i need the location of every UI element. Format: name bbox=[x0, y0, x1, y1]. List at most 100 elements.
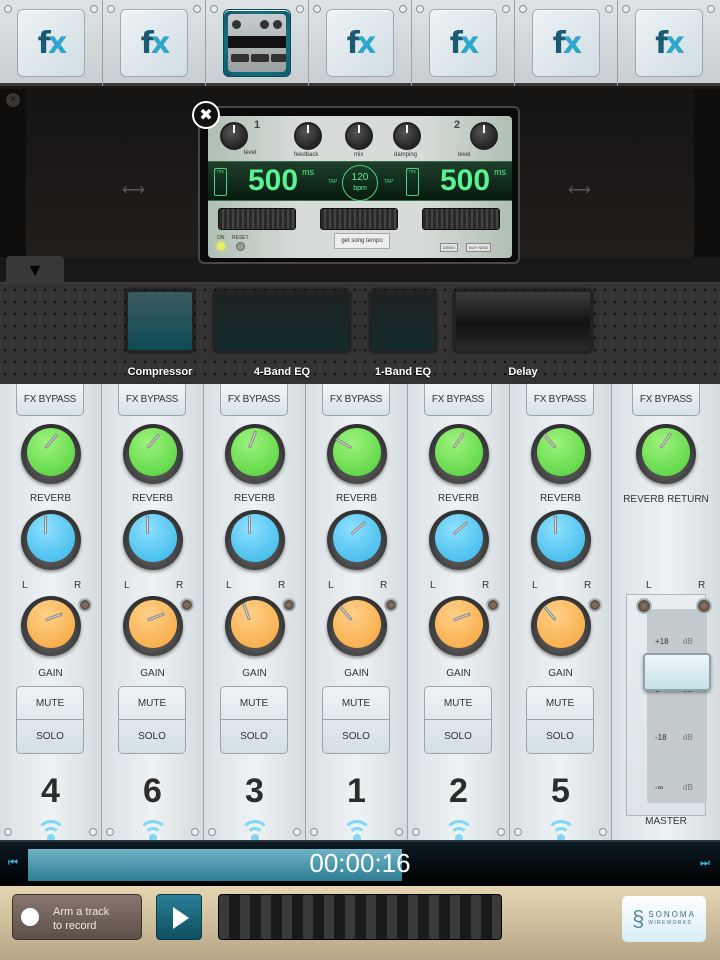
fx-slot[interactable]: fx bbox=[515, 0, 618, 86]
mute-button[interactable]: MUTE bbox=[323, 687, 389, 720]
reverb-knob[interactable] bbox=[21, 424, 81, 484]
jog-wheel[interactable] bbox=[218, 894, 502, 940]
gain-knob[interactable] bbox=[429, 596, 489, 656]
fx-slot[interactable]: fx bbox=[618, 0, 719, 86]
mute-button[interactable]: MUTE bbox=[119, 687, 185, 720]
time-unit: ms bbox=[494, 167, 506, 177]
play-button[interactable] bbox=[156, 894, 202, 940]
mute-solo-group: MUTE SOLO bbox=[118, 686, 186, 754]
track-number: 5 bbox=[551, 772, 570, 810]
tempo-wheel[interactable] bbox=[320, 208, 398, 230]
pan-knob[interactable] bbox=[123, 510, 183, 570]
reverb-knob[interactable] bbox=[531, 424, 591, 484]
screw-icon bbox=[107, 5, 115, 13]
fx-slot[interactable]: fx bbox=[309, 0, 412, 86]
reverb-knob[interactable] bbox=[225, 424, 285, 484]
fx-slot-button[interactable]: fx bbox=[634, 9, 703, 77]
fx-slot[interactable] bbox=[206, 0, 309, 86]
fx-slot[interactable]: fx bbox=[103, 0, 206, 86]
ms-toggle-right[interactable]: ms bbox=[406, 168, 419, 196]
channel-strip: FX BYPASS REVERB L R GAIN MUTE SOLO 3 bbox=[204, 384, 306, 840]
gain-knob[interactable] bbox=[123, 596, 183, 656]
fader-handle[interactable] bbox=[643, 653, 711, 691]
effect-label: 1-Band EQ bbox=[374, 366, 432, 378]
fx-bypass-button[interactable]: FX BYPASS bbox=[526, 384, 594, 416]
record-button[interactable]: Arm a track to record bbox=[12, 894, 142, 940]
gain-knob[interactable] bbox=[225, 596, 285, 656]
reset-button[interactable] bbox=[236, 242, 245, 251]
solo-button[interactable]: SOLO bbox=[323, 720, 389, 753]
shelf-toggle-button[interactable]: ▼ bbox=[6, 256, 64, 284]
clip-led bbox=[588, 598, 602, 612]
knob-label: level bbox=[244, 150, 257, 156]
fx-slot-button[interactable]: fx bbox=[17, 9, 85, 77]
fx-bypass-button[interactable]: FX BYPASS bbox=[322, 384, 390, 416]
damping-knob[interactable] bbox=[393, 122, 421, 150]
swap-arrow-icon[interactable]: ⟷ bbox=[122, 180, 145, 200]
effect-compressor[interactable]: Compressor bbox=[126, 290, 194, 378]
solo-button[interactable]: SOLO bbox=[221, 720, 287, 753]
reverb-return-knob[interactable] bbox=[636, 424, 696, 484]
skip-to-end-icon[interactable]: ⏭ bbox=[700, 857, 710, 870]
buy-now-button[interactable]: BUY NOW bbox=[466, 243, 492, 252]
reverb-knob[interactable] bbox=[123, 424, 183, 484]
gain-label: GAIN bbox=[242, 668, 267, 679]
sonoma-logo[interactable]: § SONOMA WIREWORKS bbox=[622, 896, 706, 942]
effect-1-band-eq[interactable]: 1-Band EQ bbox=[370, 290, 436, 378]
master-left-label: L bbox=[646, 580, 652, 591]
fx-bypass-button[interactable]: FX BYPASS bbox=[118, 384, 186, 416]
fx-slot-button[interactable]: fx bbox=[429, 9, 497, 77]
fx-bypass-button[interactable]: FX BYPASS bbox=[424, 384, 492, 416]
gain-knob[interactable] bbox=[327, 596, 387, 656]
mute-button[interactable]: MUTE bbox=[527, 687, 593, 720]
feedback-knob[interactable] bbox=[294, 122, 322, 150]
pan-knob[interactable] bbox=[21, 510, 81, 570]
swap-arrow-icon[interactable]: ⟷ bbox=[568, 180, 591, 200]
demo-badge[interactable]: DEMO bbox=[440, 243, 458, 252]
ms-toggle-left[interactable]: ms bbox=[214, 168, 227, 196]
fx-slot-button[interactable]: fx bbox=[120, 9, 188, 77]
fx-slot-button[interactable]: fx bbox=[532, 9, 600, 77]
pan-knob[interactable] bbox=[429, 510, 489, 570]
left-delay-time[interactable]: 500 bbox=[248, 164, 298, 198]
mute-button[interactable]: MUTE bbox=[17, 687, 83, 720]
fx-slot-button[interactable] bbox=[223, 9, 291, 77]
level-2-knob[interactable] bbox=[470, 122, 498, 150]
fx-logo-icon: fx bbox=[37, 25, 67, 61]
level-1-knob[interactable] bbox=[220, 122, 248, 150]
on-led[interactable] bbox=[217, 242, 225, 250]
solo-button[interactable]: SOLO bbox=[17, 720, 83, 753]
pan-knob[interactable] bbox=[327, 510, 387, 570]
gain-knob[interactable] bbox=[21, 596, 81, 656]
fx-slot-button[interactable]: fx bbox=[326, 9, 394, 77]
right-time-wheel[interactable] bbox=[422, 208, 500, 230]
side-close-icon[interactable]: × bbox=[6, 93, 20, 107]
master-fx-bypass-button[interactable]: FX BYPASS bbox=[632, 384, 700, 416]
effect-label: Delay bbox=[508, 366, 538, 378]
screw-icon bbox=[293, 828, 301, 836]
solo-button[interactable]: SOLO bbox=[119, 720, 185, 753]
fx-slot[interactable]: fx bbox=[0, 0, 103, 86]
fader-track[interactable]: +18dB0dB-18dB-∞dB bbox=[647, 609, 707, 803]
close-effect-button[interactable]: ✖ bbox=[192, 101, 220, 129]
mix-knob[interactable] bbox=[345, 122, 373, 150]
get-song-tempo-button[interactable]: get song tempo bbox=[334, 233, 390, 249]
solo-button[interactable]: SOLO bbox=[527, 720, 593, 753]
mute-button[interactable]: MUTE bbox=[221, 687, 287, 720]
delay-thumbnail-icon bbox=[228, 14, 286, 72]
effect-4-band-eq[interactable]: 4-Band EQ bbox=[214, 290, 350, 378]
pan-knob[interactable] bbox=[531, 510, 591, 570]
right-delay-time[interactable]: 500 bbox=[440, 164, 490, 198]
mute-button[interactable]: MUTE bbox=[425, 687, 491, 720]
fx-bypass-button[interactable]: FX BYPASS bbox=[220, 384, 288, 416]
fx-bypass-button[interactable]: FX BYPASS bbox=[16, 384, 84, 416]
fx-slot[interactable]: fx bbox=[412, 0, 515, 86]
reverb-knob[interactable] bbox=[327, 424, 387, 484]
effect-delay[interactable]: Delay bbox=[454, 290, 592, 378]
left-time-wheel[interactable] bbox=[218, 208, 296, 230]
gain-knob[interactable] bbox=[531, 596, 591, 656]
reverb-knob[interactable] bbox=[429, 424, 489, 484]
tempo-tap-button[interactable]: 120 bpm bbox=[342, 165, 378, 201]
pan-knob[interactable] bbox=[225, 510, 285, 570]
solo-button[interactable]: SOLO bbox=[425, 720, 491, 753]
